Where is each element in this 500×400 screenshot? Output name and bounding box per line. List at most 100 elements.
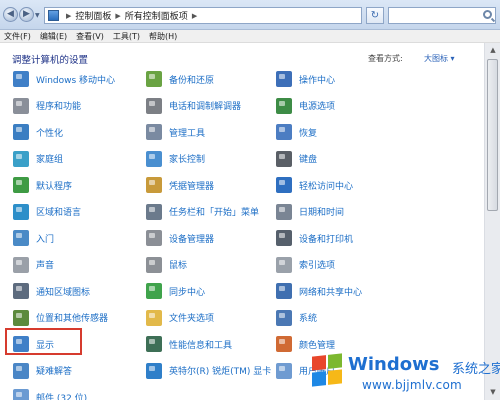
recent-pages-dropdown-icon[interactable]: ▼ (35, 12, 40, 19)
scroll-up-arrow-icon[interactable]: ▲ (485, 43, 500, 58)
control-panel-item[interactable]: 网络和共享中心 (276, 280, 362, 302)
personalization-icon (13, 124, 29, 140)
refresh-icon: ↻ (370, 10, 380, 21)
menu-tools[interactable]: 工具(T) (113, 31, 140, 42)
control-panel-item-label: 区域和语言 (36, 208, 82, 218)
back-arrow-icon: ◀ (7, 9, 14, 19)
control-panel-item[interactable]: 设备管理器 (146, 227, 214, 249)
address-bar-region: ◀ ▶ ▼ ▶ 控制面板 ▶ 所有控制面板项 ▶ ▼ ↻ (0, 0, 500, 30)
control-panel-item[interactable]: Windows 移动中心 (13, 68, 115, 90)
control-panel-item[interactable]: 操作中心 (276, 68, 335, 90)
address-box[interactable]: ▶ 控制面板 ▶ 所有控制面板项 ▶ ▼ (44, 7, 401, 24)
control-panel-item[interactable]: 电话和调制解调器 (146, 95, 241, 117)
control-panel-item[interactable]: 管理工具 (146, 121, 205, 143)
control-panel-item[interactable]: 通知区域图标 (13, 280, 90, 302)
performance-icon (146, 336, 162, 352)
control-panel-item-label: 通知区域图标 (36, 287, 91, 298)
view-by-label: 查看方式: (368, 54, 403, 63)
breadcrumb-all-items[interactable]: 所有控制面板项 (125, 9, 188, 22)
menu-file[interactable]: 文件(F) (4, 31, 31, 42)
control-panel-item-label: 备份和还原 (169, 75, 215, 86)
forward-arrow-icon: ▶ (23, 9, 30, 19)
control-panel-item-label: 位置和其他传感器 (36, 314, 109, 324)
breadcrumb-separator-icon[interactable]: ▶ (115, 12, 120, 20)
mouse-icon (146, 256, 162, 273)
folder-options-icon (146, 309, 162, 326)
control-panel-item[interactable]: 同步中心 (146, 280, 205, 302)
taskbar-start-menu-icon (146, 203, 162, 220)
control-panel-item[interactable]: 位置和其他传感器 (13, 307, 108, 329)
mobility-center-icon (13, 71, 29, 87)
phone-modem-icon (146, 97, 162, 114)
control-panel-item[interactable]: 程序和功能 (13, 95, 81, 117)
control-panel-item[interactable]: 疑难解答 (13, 360, 72, 382)
breadcrumb-control-panel[interactable]: 控制面板 (75, 9, 111, 22)
control-panel-item[interactable]: 凭据管理器 (146, 174, 214, 196)
control-panel-item[interactable]: 文件夹选项 (146, 307, 214, 329)
action-center-flag-icon (276, 71, 292, 87)
search-icon (483, 10, 492, 19)
control-panel-item[interactable]: 电源选项 (276, 95, 335, 117)
watermark-url: www.bjjmlv.com (362, 378, 462, 392)
search-input[interactable] (388, 7, 496, 24)
display-highlight-box (5, 328, 82, 355)
control-panel-item[interactable]: 个性化 (13, 121, 63, 143)
menu-edit[interactable]: 编辑(E) (40, 31, 67, 42)
control-panel-item[interactable]: 家庭组 (13, 148, 63, 170)
refresh-button[interactable]: ↻ (366, 7, 384, 24)
control-panel-item[interactable]: 日期和时间 (276, 201, 344, 223)
watermark-subtitle: 系统之家 (452, 362, 500, 377)
control-panel-item[interactable]: 入门 (13, 227, 54, 249)
control-panel-item[interactable]: 鼠标 (146, 254, 187, 276)
scrollbar-thumb[interactable] (487, 59, 498, 211)
control-panel-item[interactable]: 恢复 (276, 121, 317, 143)
system-icon (276, 309, 292, 326)
control-panel-item-label: 网络和共享中心 (299, 287, 363, 298)
view-by-dropdown[interactable]: 大图标 ▾ (424, 53, 455, 64)
control-panel-icon (48, 10, 59, 21)
backup-restore-icon (146, 71, 162, 87)
device-manager-icon (146, 230, 162, 246)
control-panel-item-label: 性能信息和工具 (169, 340, 233, 351)
control-panel-item[interactable]: 系统 (276, 307, 317, 329)
control-panel-item[interactable]: 设备和打印机 (276, 227, 353, 249)
control-panel-item-label: 家庭组 (36, 155, 64, 165)
menu-view[interactable]: 查看(V) (76, 31, 104, 42)
user-accounts-icon (276, 362, 292, 379)
control-panel-item[interactable]: 英特尔(R) 锐炬(TM) 显卡 (146, 360, 271, 382)
watermark-title: Windows (348, 354, 440, 375)
control-panel-item-label: 文件夹选项 (169, 314, 215, 324)
color-management-icon (276, 336, 292, 352)
control-panel-item-label: 系统 (299, 314, 318, 324)
control-panel-item-label: 疑难解答 (36, 367, 73, 377)
control-panel-item[interactable]: 区域和语言 (13, 201, 81, 223)
menu-bar: 文件(F) 编辑(E) 查看(V) 工具(T) 帮助(H) (0, 30, 500, 43)
control-panel-item-label: 同步中心 (169, 287, 206, 298)
control-panel-item[interactable]: 声音 (13, 254, 54, 276)
power-options-icon (276, 97, 292, 114)
control-panel-item[interactable]: 轻松访问中心 (276, 174, 353, 196)
forward-button[interactable]: ▶ (19, 7, 34, 22)
control-panel-item[interactable]: 家长控制 (146, 148, 205, 170)
control-panel-item[interactable]: 性能信息和工具 (146, 333, 232, 355)
control-panel-item[interactable]: 备份和还原 (146, 68, 214, 90)
control-panel-item[interactable]: 邮件 (32 位) (13, 386, 87, 400)
control-panel-item-label: 索引选项 (299, 261, 336, 271)
control-panel-item[interactable]: 索引选项 (276, 254, 335, 276)
sound-icon (13, 256, 29, 273)
menu-help[interactable]: 帮助(H) (149, 31, 177, 42)
control-panel-item[interactable]: 默认程序 (13, 174, 72, 196)
control-panel-item-label: 默认程序 (36, 181, 73, 192)
location-sensors-icon (13, 309, 29, 326)
ease-of-access-icon (276, 177, 292, 193)
date-time-icon (276, 203, 292, 220)
breadcrumb-separator-icon[interactable]: ▶ (66, 12, 71, 20)
control-panel-item-label: 凭据管理器 (169, 181, 215, 192)
control-panel-item[interactable]: 任务栏和「开始」菜单 (146, 201, 259, 223)
control-panel-item[interactable]: 键盘 (276, 148, 317, 170)
breadcrumb-separator-icon[interactable]: ▶ (192, 12, 197, 20)
back-button[interactable]: ◀ (3, 7, 18, 22)
mail-icon (13, 389, 29, 400)
watermark: Windows 系统之家 www.bjjmlv.com (306, 346, 500, 400)
windows-logo-icon (312, 353, 342, 387)
